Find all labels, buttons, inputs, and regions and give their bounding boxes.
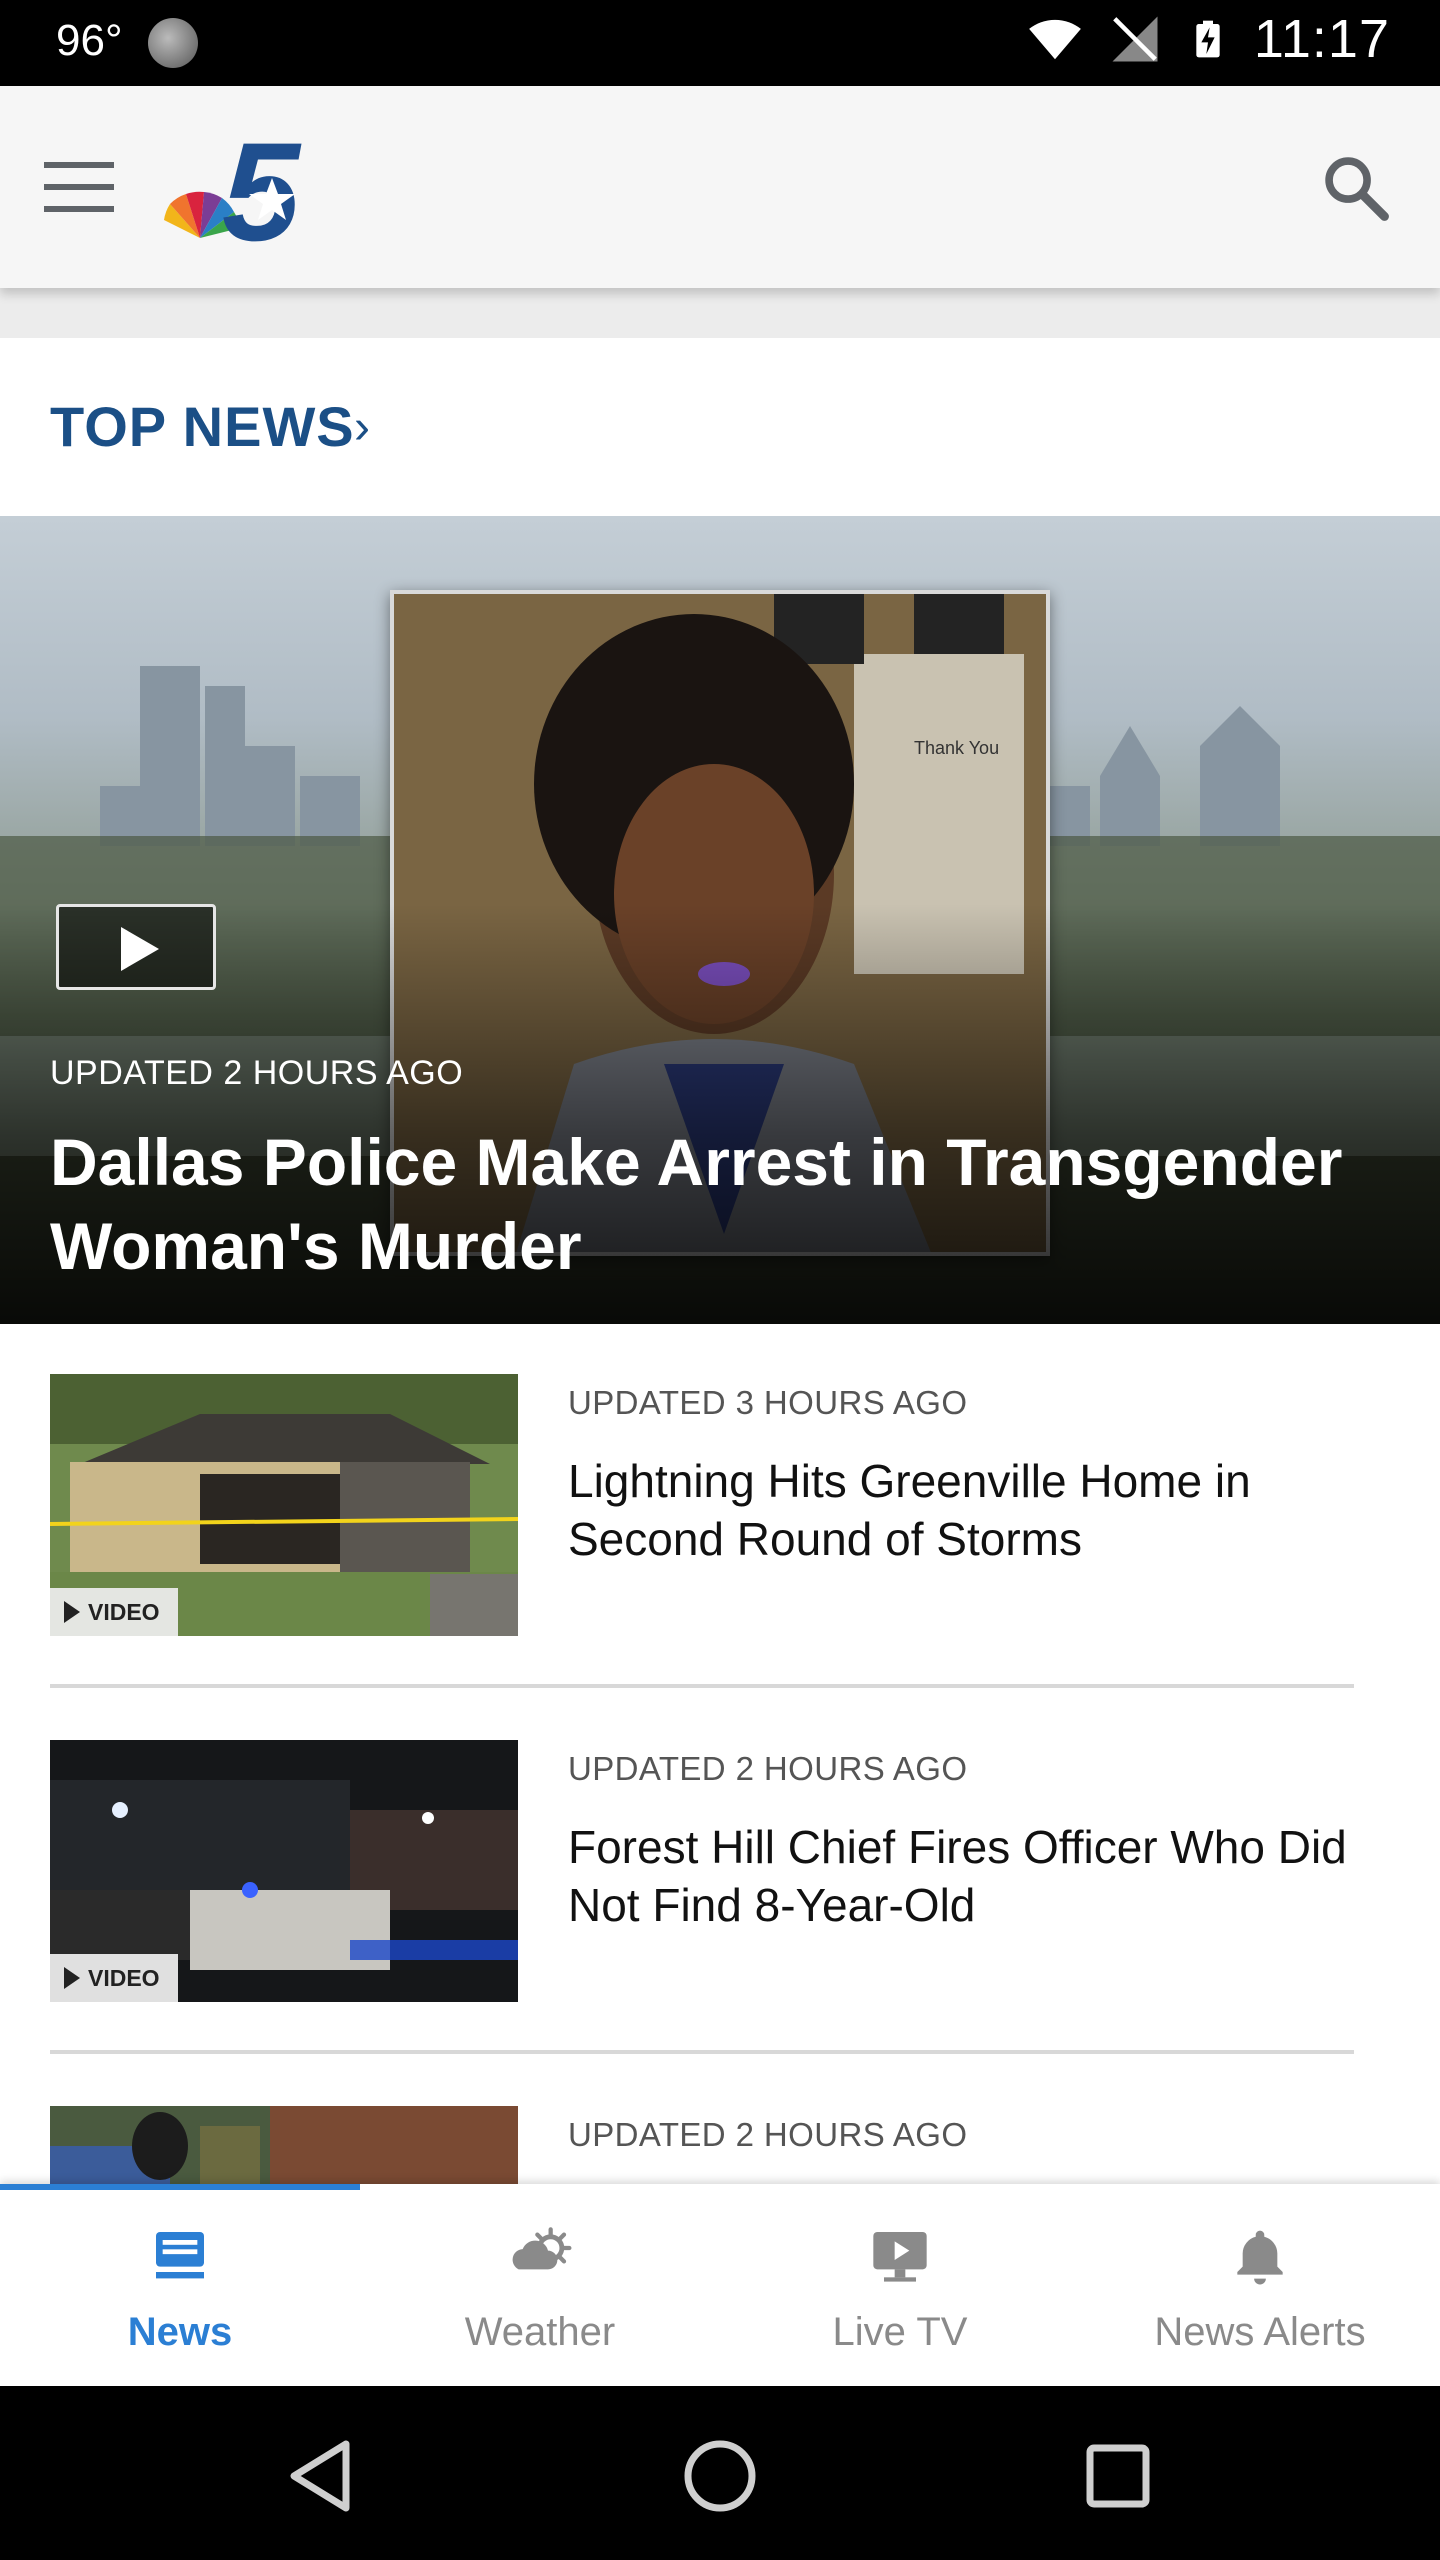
top-news-header[interactable]: TOP NEWS ›: [0, 338, 1440, 516]
video-badge: VIDEO: [50, 1588, 178, 1636]
hamburger-menu-icon[interactable]: [44, 162, 114, 216]
bell-icon: [1237, 2230, 1283, 2285]
weather-icon: [512, 2227, 572, 2270]
back-icon[interactable]: [282, 2436, 362, 2516]
divider: [50, 1684, 1354, 1688]
story-title[interactable]: Forest Hill Chief Fires Officer Who Did …: [568, 1818, 1348, 1934]
status-time: 11:17: [1253, 9, 1390, 69]
play-icon: [121, 927, 159, 971]
status-right-group: 11:17: [1028, 8, 1390, 70]
nav-label: News: [127, 2310, 233, 2354]
home-icon[interactable]: [680, 2436, 760, 2516]
search-icon[interactable]: [1318, 150, 1394, 226]
story-item[interactable]: UPDATED 2 HOURS AGO: [50, 2106, 1354, 2184]
nav-tab-news-alerts[interactable]: News Alerts: [1080, 2184, 1440, 2386]
logo-number: 5: [222, 128, 302, 248]
hero-title[interactable]: Dallas Police Make Arrest in Transgender…: [50, 1120, 1410, 1288]
video-badge-label: VIDEO: [88, 1598, 160, 1625]
story-thumbnail[interactable]: VIDEO: [50, 1740, 518, 2002]
play-button[interactable]: [56, 904, 216, 990]
nav-tab-live-tv[interactable]: Live TV: [720, 2184, 1080, 2386]
system-navigation-bar: [0, 2386, 1440, 2560]
bottom-navigation: News Weather Live TV News Alerts: [0, 2184, 1440, 2386]
recents-icon[interactable]: [1078, 2436, 1158, 2516]
battery-charging-icon: [1196, 20, 1220, 58]
nav-tab-news[interactable]: News: [0, 2184, 360, 2386]
status-bar: 96° 11:17: [0, 0, 1440, 86]
play-icon: [64, 1601, 80, 1623]
section-title[interactable]: TOP NEWS: [50, 394, 355, 459]
story-title[interactable]: Lightning Hits Greenville Home in Second…: [568, 1452, 1348, 1568]
wifi-icon: [1029, 19, 1081, 60]
story-updated: UPDATED 2 HOURS AGO: [568, 2116, 968, 2153]
no-signal-icon: [1112, 16, 1158, 62]
story-updated: UPDATED 3 HOURS AGO: [568, 1384, 968, 1421]
news-icon: [156, 2232, 204, 2279]
hero-story[interactable]: Thank You UPDATED 2 HOURS AGO Dallas Pol…: [0, 516, 1440, 1324]
status-weather-icon: [148, 18, 198, 68]
story-thumbnail[interactable]: VIDEO: [50, 1374, 518, 1636]
story-item[interactable]: VIDEO UPDATED 3 HOURS AGO Lightning Hits…: [50, 1374, 1354, 1638]
video-badge-label: VIDEO: [88, 1964, 160, 1991]
play-icon: [64, 1967, 80, 1989]
thumb-note-text: Thank You: [914, 738, 999, 758]
nbc5-logo[interactable]: 5: [160, 128, 330, 248]
nav-label: Weather: [464, 2310, 616, 2354]
status-temperature: 96°: [56, 16, 123, 65]
app-bar-gap: [0, 288, 1440, 338]
nav-label: News Alerts: [1154, 2310, 1366, 2354]
story-item[interactable]: VIDEO UPDATED 2 HOURS AGO Forest Hill Ch…: [50, 1740, 1354, 2004]
story-updated: UPDATED 2 HOURS AGO: [568, 1750, 968, 1787]
divider: [50, 2050, 1354, 2054]
nav-label: Live TV: [832, 2310, 968, 2354]
chevron-right-icon: ›: [354, 401, 370, 454]
live-tv-icon: [873, 2232, 927, 2282]
hero-updated: UPDATED 2 HOURS AGO: [50, 1054, 464, 1092]
app-bar: 5: [0, 86, 1440, 288]
story-thumbnail[interactable]: [50, 2106, 518, 2184]
nav-tab-weather[interactable]: Weather: [360, 2184, 720, 2386]
video-badge: VIDEO: [50, 1954, 178, 2002]
